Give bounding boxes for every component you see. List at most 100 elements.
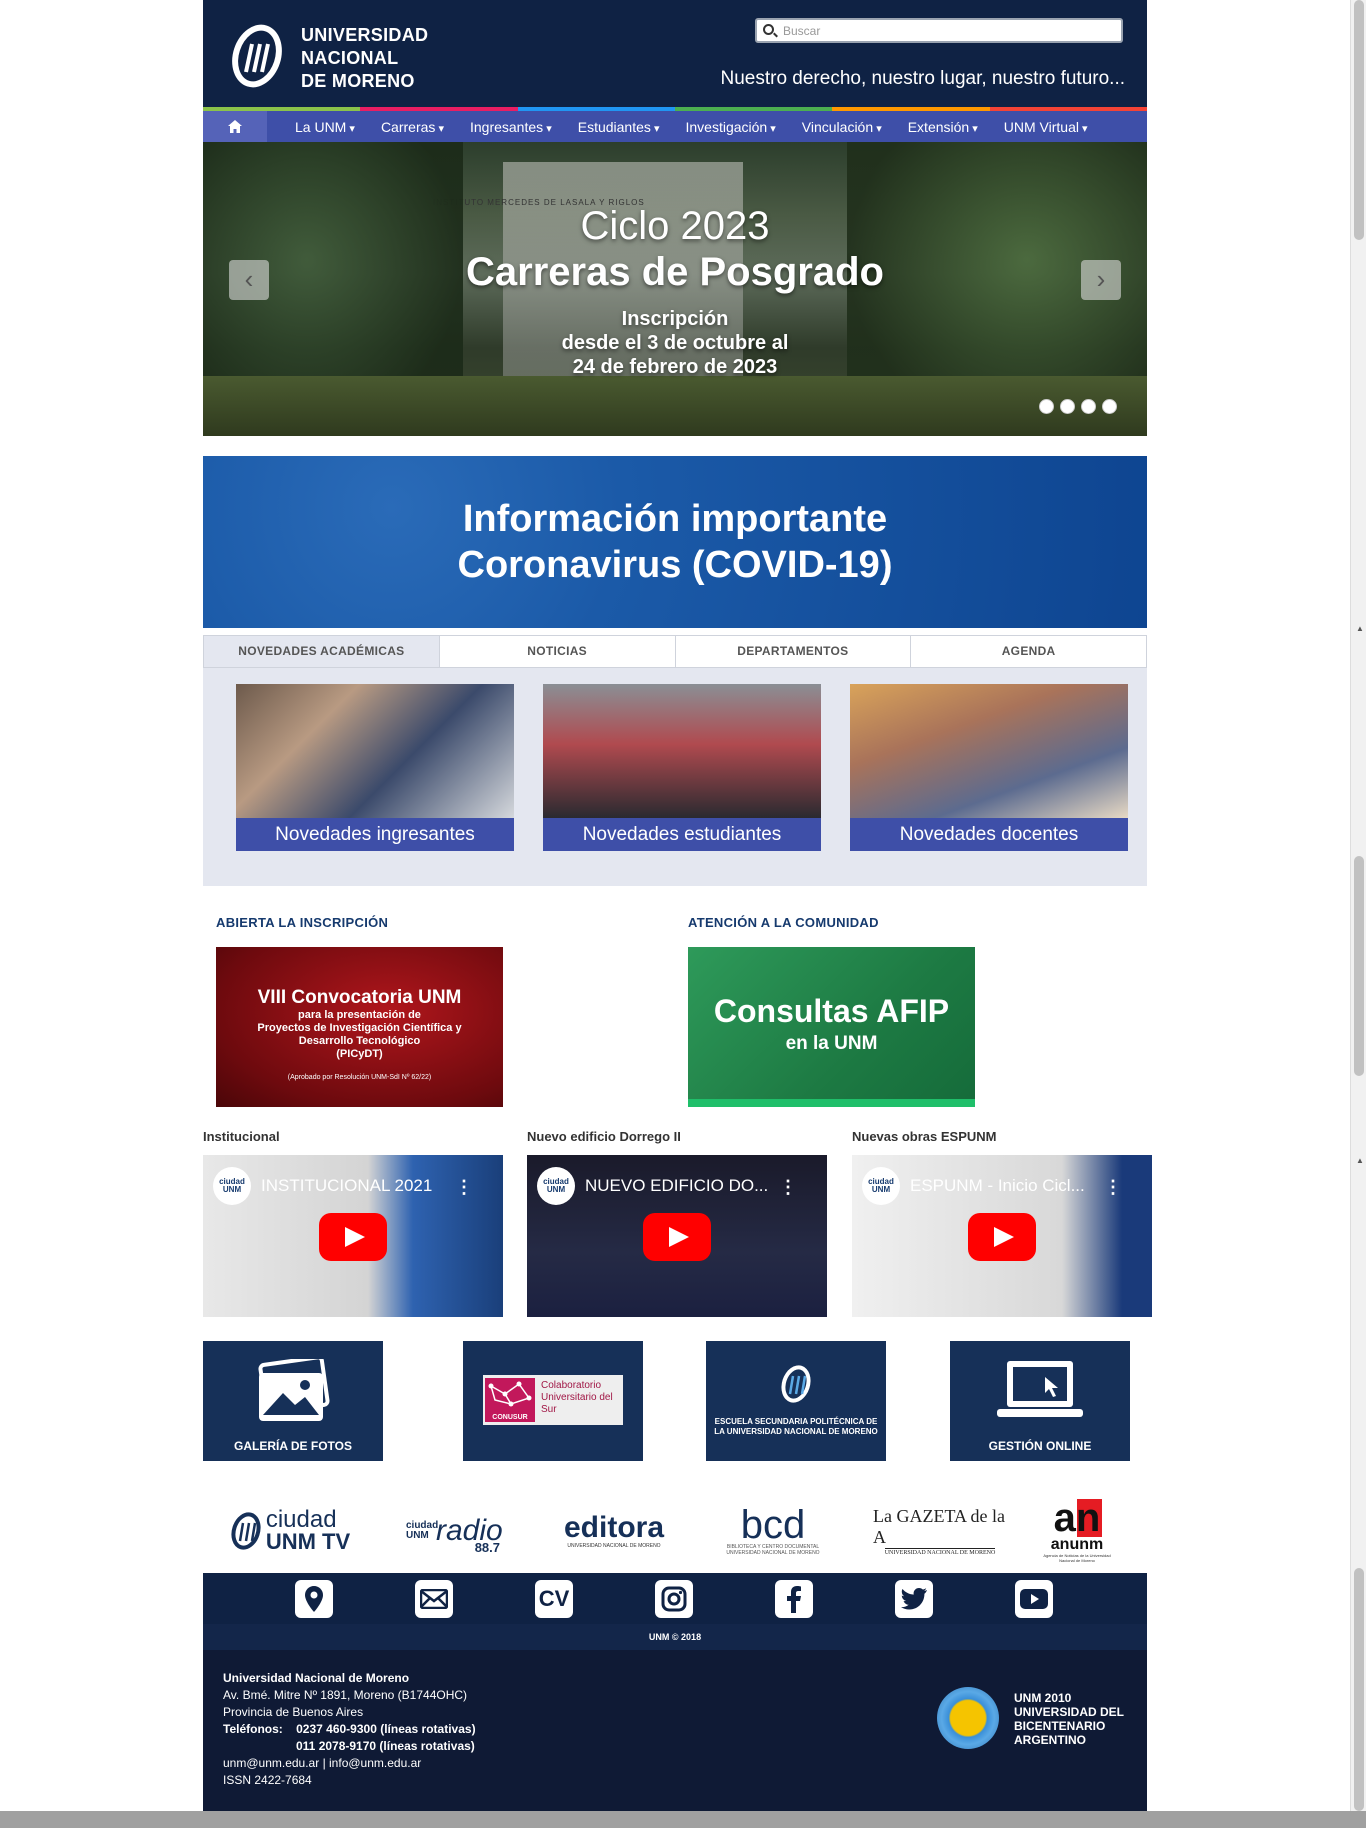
promo-convocatoria[interactable]: VIII Convocatoria UNM para la presentaci… [216,947,503,1107]
instagram-icon[interactable] [655,1580,693,1618]
facebook-icon[interactable] [775,1580,813,1618]
slide-subtitle-line: 24 de febrero de 2023 [572,356,778,378]
mail-icon[interactable] [415,1580,453,1618]
logo-text: bcd [740,1503,806,1547]
nav-item-estudiantes[interactable]: Estudiantes [565,119,673,135]
scrollbar-thumb[interactable] [1354,856,1364,1076]
hero-carousel[interactable]: INSTITUTO MERCEDES DE LASALA Y RIGLOS Ci… [203,142,1147,436]
video-title[interactable]: INSTITUCIONAL 2021 [261,1176,432,1196]
nav-item-vinculacion[interactable]: Vinculación [789,119,895,135]
nav-item-carreras[interactable]: Carreras [368,119,457,135]
carousel-next-button[interactable]: › [1081,260,1121,300]
logo-anunm[interactable]: an anunm Agencia de Noticias de la Unive… [1037,1493,1117,1569]
video-title[interactable]: ESPUNM - Inicio Cicl... [910,1176,1085,1196]
nav-home-button[interactable] [203,111,267,142]
footer-phone[interactable]: 0237 460-9300 (líneas rotativas) [296,1722,475,1736]
carousel-prev-button[interactable]: ‹ [229,260,269,300]
video-dorrego[interactable]: ciudad UNM NUEVO EDIFICIO DO... ⋮ [527,1155,827,1317]
covid-banner[interactable]: Información importante Coronavirus (COVI… [203,456,1147,628]
video-header: ciudad UNM NUEVO EDIFICIO DO... [537,1167,768,1205]
social-bar: CV [203,1573,1147,1624]
card-label: Novedades docentes [850,818,1128,851]
search-input[interactable] [783,22,1103,39]
play-button-icon[interactable] [319,1213,387,1261]
tab-noticias[interactable]: NOTICIAS [438,636,675,667]
cv-icon[interactable]: CV [535,1580,573,1618]
logo-bcd[interactable]: bcd BIBLIOTECA Y CENTRO DOCUMENTAL UNIVE… [718,1493,828,1569]
scrollbar-thumb[interactable] [1354,0,1364,240]
carousel-dot[interactable] [1102,399,1117,414]
video-label: Institucional [203,1129,280,1144]
tile-conusur[interactable]: CONUSUR Colaboratorio Universitario del … [463,1341,643,1461]
nav-item-extension[interactable]: Extensión [895,119,991,135]
tile-escuela-secundaria[interactable]: ESCUELA SECUNDARIA POLITÉCNICA DE LA UNI… [706,1341,886,1461]
scroll-up-icon[interactable]: ▲ [1356,624,1364,633]
scroll-up-icon[interactable]: ▲ [1356,1156,1364,1165]
channel-avatar[interactable]: ciudad UNM [862,1167,900,1205]
bicentenario-line: UNM 2010 [1014,1691,1072,1705]
nav-item-unm-virtual[interactable]: UNM Virtual [991,119,1101,135]
strip-segment [674,107,833,111]
nav-item-ingresantes[interactable]: Ingresantes [457,119,565,135]
carousel-dot[interactable] [1081,399,1096,414]
video-title[interactable]: NUEVO EDIFICIO DO... [585,1176,768,1196]
channel-avatar[interactable]: ciudad UNM [537,1167,575,1205]
logo-subtext: BIBLIOTECA Y CENTRO DOCUMENTAL UNIVERSID… [726,1544,820,1556]
card-image [850,684,1128,818]
promo-afip[interactable]: Consultas AFIP en la UNM [688,947,975,1107]
map-pin-icon[interactable] [295,1580,333,1618]
nav-item-la-unm[interactable]: La UNM [282,119,368,135]
tile-galeria-fotos[interactable]: GALERÍA DE FOTOS [203,1341,383,1461]
card-novedades-ingresantes[interactable]: Novedades ingresantes [236,684,514,851]
twitter-icon[interactable] [895,1580,933,1618]
carousel-dot[interactable] [1039,399,1054,414]
vertical-scrollbar[interactable]: ▲ ▲ [1350,0,1366,1811]
logo-ciudad-unm-tv[interactable]: ciudad UNM TV [225,1493,355,1569]
strip-segment [517,107,675,111]
search-icon [763,24,774,35]
card-image [236,684,514,818]
carousel-dot[interactable] [1060,399,1075,414]
site-footer: Universidad Nacional de Moreno Av. Bmé. … [203,1650,1147,1811]
slide-subtitle: Inscripción desde el 3 de octubre al 24 … [203,307,1147,379]
more-options-icon[interactable]: ⋮ [455,1177,473,1198]
horizontal-scrollbar[interactable] [0,1811,1366,1828]
tab-departamentos[interactable]: DEPARTAMENTOS [674,636,911,667]
chevron-left-icon: ‹ [244,264,254,294]
brand-name[interactable]: UNIVERSIDAD NACIONAL DE MORENO [301,24,428,93]
scrollbar-thumb[interactable] [1354,1568,1364,1811]
covid-banner-line-1: Información importante [462,498,888,540]
brand-line-1: UNIVERSIDAD [301,25,429,45]
tile-caption: GALERÍA DE FOTOS [233,1439,352,1453]
promo-line: Proyectos de Investigación Científica y [257,1022,462,1034]
strip-segment [360,107,518,111]
video-espunm[interactable]: ciudad UNM ESPUNM - Inicio Cicl... ⋮ [852,1155,1152,1317]
play-button-icon[interactable] [968,1213,1036,1261]
video-label: Nuevo edificio Dorrego II [527,1129,681,1144]
tab-novedades-academicas[interactable]: NOVEDADES ACADÉMICAS [204,636,439,667]
card-novedades-estudiantes[interactable]: Novedades estudiantes [543,684,821,851]
footer-phone[interactable]: 011 2078-9170 (líneas rotativas) [223,1738,476,1755]
copyright: UNM © 2018 [203,1624,1147,1650]
tab-agenda[interactable]: AGENDA [910,636,1146,667]
logo-text: editora [563,1511,665,1544]
logo-ciudad-unm-radio[interactable]: ciudad UNM radio 88.7 [388,1493,518,1569]
more-options-icon[interactable]: ⋮ [779,1177,797,1198]
section-title-inscripcion: ABIERTA LA INSCRIPCIÓN [216,915,389,930]
video-institucional[interactable]: ciudad UNM INSTITUCIONAL 2021 ⋮ [203,1155,503,1317]
footer-emails[interactable]: unm@unm.edu.ar | info@unm.edu.ar [223,1755,476,1772]
tile-gestion-online[interactable]: GESTIÓN ONLINE [950,1341,1130,1461]
card-label: Novedades estudiantes [543,818,821,851]
play-button-icon[interactable] [643,1213,711,1261]
nav-item-investigacion[interactable]: Investigación [672,119,788,135]
youtube-icon[interactable] [1015,1580,1053,1618]
card-novedades-docentes[interactable]: Novedades docentes [850,684,1128,851]
logo-text: UNM TV [265,1529,351,1554]
unm-logo-icon[interactable] [228,18,286,90]
more-options-icon[interactable]: ⋮ [1104,1177,1122,1198]
logo-subtext: UNIVERSIDAD NACIONAL DE MORENO [567,1543,661,1549]
logo-editora[interactable]: editora UNIVERSIDAD NACIONAL DE MORENO [548,1493,680,1569]
channel-avatar[interactable]: ciudad UNM [213,1167,251,1205]
logo-la-gazeta[interactable]: La GAZETA de la A UNIVERSIDAD NACIONAL D… [873,1493,1007,1569]
promo-title: VIII Convocatoria UNM [257,987,462,1008]
